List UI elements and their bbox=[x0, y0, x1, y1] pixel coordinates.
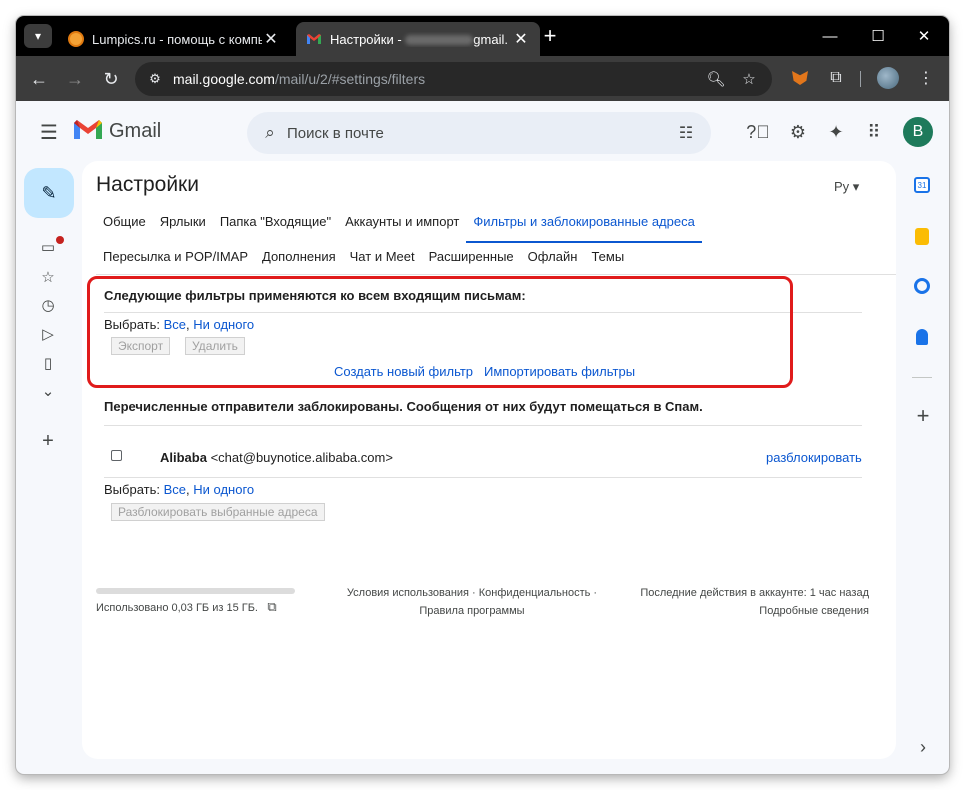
zoom-icon[interactable]: 🔍︎ bbox=[705, 68, 727, 90]
blocked-select-line: Выбрать: Все, Ни одного bbox=[104, 482, 255, 497]
side-panel-divider bbox=[912, 377, 932, 378]
bookmark-star-icon[interactable]: ☆ bbox=[738, 68, 760, 90]
tab-forwarding-pop-imap[interactable]: Пересылка и POP/IMAP bbox=[96, 242, 255, 278]
gmail-brand-text: Gmail bbox=[109, 120, 162, 142]
forward-arrow-icon[interactable]: → bbox=[62, 66, 88, 92]
url-text[interactable]: mail.google.com/mail/u/2/#settings/filte… bbox=[173, 71, 425, 87]
compose-pencil-icon[interactable]: ✎ bbox=[24, 168, 74, 218]
tab-title: Lumpics.ru - помощь с компьк bbox=[92, 31, 262, 47]
blocked-divider-top bbox=[104, 425, 862, 426]
search-icon[interactable]: ⌕ bbox=[259, 122, 281, 144]
settings-tabs-row-2: Пересылка и POP/IMAP Дополнения Чат и Me… bbox=[96, 242, 631, 278]
tab-offline[interactable]: Офлайн bbox=[521, 242, 585, 278]
tasks-app-icon[interactable] bbox=[910, 274, 934, 298]
google-apps-icon[interactable]: ⠿ bbox=[860, 118, 888, 146]
tab-strip: ▾ Lumpics.ru - помощь с компьк ✕ Настрой… bbox=[16, 16, 949, 56]
tab-chat-meet[interactable]: Чат и Meet bbox=[343, 242, 422, 278]
tab-lumpics[interactable]: Lumpics.ru - помощь с компьк ✕ bbox=[58, 22, 290, 56]
back-arrow-icon[interactable]: ← bbox=[26, 66, 52, 92]
gmail-header: ☰ Gmail ⌕ ☷ ?⃝ ⚙ ✦ ⠿ B bbox=[16, 101, 949, 163]
tab-themes[interactable]: Темы bbox=[584, 242, 631, 278]
tab-filters-blocked[interactable]: Фильтры и заблокированные адреса bbox=[466, 207, 702, 243]
extensions-puzzle-icon[interactable]: ⧉ bbox=[824, 66, 848, 90]
gmail-favicon-icon bbox=[307, 34, 321, 44]
tab-labels[interactable]: Ярлыки bbox=[153, 207, 213, 243]
tab-addons[interactable]: Дополнения bbox=[255, 242, 343, 278]
snoozed-clock-icon[interactable]: ◷ bbox=[36, 293, 60, 317]
search-input[interactable] bbox=[287, 124, 667, 142]
select-none-link[interactable]: Ни одного bbox=[193, 482, 254, 497]
search-options-icon[interactable]: ☷ bbox=[675, 122, 697, 144]
activity-details-link[interactable]: Подробные сведения bbox=[622, 602, 869, 620]
close-tab-icon[interactable]: ✕ bbox=[512, 29, 530, 49]
calendar-app-icon[interactable]: 31 bbox=[910, 173, 934, 197]
address-bar[interactable]: ⚙ mail.google.com/mail/u/2/#settings/fil… bbox=[135, 62, 772, 96]
footer-links: Условия использования · Конфиденциальнос… bbox=[342, 584, 602, 620]
account-avatar[interactable]: B bbox=[903, 117, 933, 147]
input-language-selector[interactable]: Ру ▾ bbox=[834, 179, 859, 195]
unblock-selected-button[interactable]: Разблокировать выбранные адреса bbox=[111, 503, 325, 521]
toolbar-divider bbox=[860, 71, 861, 87]
maximize-icon[interactable]: ☐ bbox=[855, 24, 901, 48]
tab-inbox[interactable]: Папка "Входящие" bbox=[213, 207, 338, 243]
blocked-sender-checkbox[interactable] bbox=[111, 450, 122, 461]
storage-usage-bar bbox=[96, 588, 295, 594]
page-title: Настройки bbox=[96, 173, 199, 196]
gemini-sparkle-icon[interactable]: ✦ bbox=[822, 118, 850, 146]
unblock-link[interactable]: разблокировать bbox=[766, 450, 862, 465]
tab-title: Настройки - gmail. bbox=[330, 31, 508, 47]
more-chevron-down-icon[interactable]: ⌄ bbox=[36, 379, 60, 403]
program-policies-link[interactable]: Правила программы bbox=[342, 602, 602, 620]
blocked-divider-bottom bbox=[104, 477, 862, 478]
tab-advanced[interactable]: Расширенные bbox=[422, 242, 521, 278]
redacted-email bbox=[405, 35, 474, 46]
storage-usage-text: Использовано 0,03 ГБ из 15 ГБ. bbox=[96, 602, 258, 614]
last-activity-text: Последние действия в аккаунте: 1 час наз… bbox=[640, 587, 869, 599]
browser-window: ▾ Lumpics.ru - помощь с компьк ✕ Настрой… bbox=[16, 16, 949, 774]
browser-menu-icon[interactable]: ⋮ bbox=[914, 66, 938, 90]
select-label: Выбрать: bbox=[104, 482, 160, 497]
starred-icon[interactable]: ☆ bbox=[36, 265, 60, 289]
window-close-icon[interactable]: ✕ bbox=[901, 24, 947, 48]
contacts-app-icon[interactable] bbox=[910, 325, 934, 349]
blocked-sender: Alibaba <chat@buynotice.alibaba.com> bbox=[160, 450, 393, 465]
mail-search-bar[interactable]: ⌕ ☷ bbox=[247, 112, 711, 154]
profile-avatar-icon[interactable] bbox=[876, 66, 900, 90]
settings-tabs-row-1: Общие Ярлыки Папка "Входящие" Аккаунты и… bbox=[96, 207, 702, 243]
tab-gmail-settings[interactable]: Настройки - gmail. ✕ bbox=[296, 22, 540, 56]
get-addons-plus-icon[interactable]: + bbox=[912, 403, 934, 428]
metamask-extension-icon[interactable] bbox=[788, 66, 812, 90]
sent-icon[interactable]: ▷ bbox=[36, 322, 60, 346]
reload-icon[interactable]: ↻ bbox=[98, 66, 124, 92]
tab-general[interactable]: Общие bbox=[96, 207, 153, 243]
main-menu-icon[interactable]: ☰ bbox=[38, 121, 60, 144]
gmail-logo-icon[interactable] bbox=[74, 119, 102, 141]
settings-panel: Настройки Ру ▾ Общие Ярлыки Папка "Входя… bbox=[82, 161, 896, 759]
terms-privacy-links[interactable]: Условия использования · Конфиденциальнос… bbox=[342, 584, 602, 602]
add-label-plus-icon[interactable]: + bbox=[36, 429, 60, 453]
open-storage-external-icon[interactable]: ⧉ bbox=[264, 599, 280, 615]
lumpics-favicon-icon bbox=[68, 31, 84, 47]
tab-accounts-import[interactable]: Аккаунты и импорт bbox=[338, 207, 466, 243]
new-tab-plus-icon[interactable]: + bbox=[538, 23, 562, 48]
drafts-icon[interactable]: ▯ bbox=[36, 351, 60, 375]
blocked-heading: Перечисленные отправители заблокированы.… bbox=[104, 399, 703, 414]
account-activity: Последние действия в аккаунте: 1 час наз… bbox=[622, 584, 869, 620]
tab-search-button[interactable]: ▾ bbox=[24, 24, 52, 48]
show-side-panel-chevron-icon[interactable]: › bbox=[914, 737, 932, 757]
settings-gear-icon[interactable]: ⚙ bbox=[784, 118, 812, 146]
highlight-annotation-box bbox=[87, 276, 793, 388]
close-tab-icon[interactable]: ✕ bbox=[262, 29, 280, 49]
browser-toolbar: ← → ↻ ⚙ mail.google.com/mail/u/2/#settin… bbox=[16, 56, 949, 101]
site-info-icon[interactable]: ⚙ bbox=[145, 69, 165, 89]
keep-app-icon[interactable] bbox=[910, 224, 934, 248]
unread-badge bbox=[56, 236, 64, 244]
tabs-divider bbox=[96, 274, 896, 275]
minimize-icon[interactable]: — bbox=[807, 24, 853, 48]
select-all-link[interactable]: Все bbox=[164, 482, 186, 497]
help-icon[interactable]: ?⃝ bbox=[744, 118, 772, 146]
